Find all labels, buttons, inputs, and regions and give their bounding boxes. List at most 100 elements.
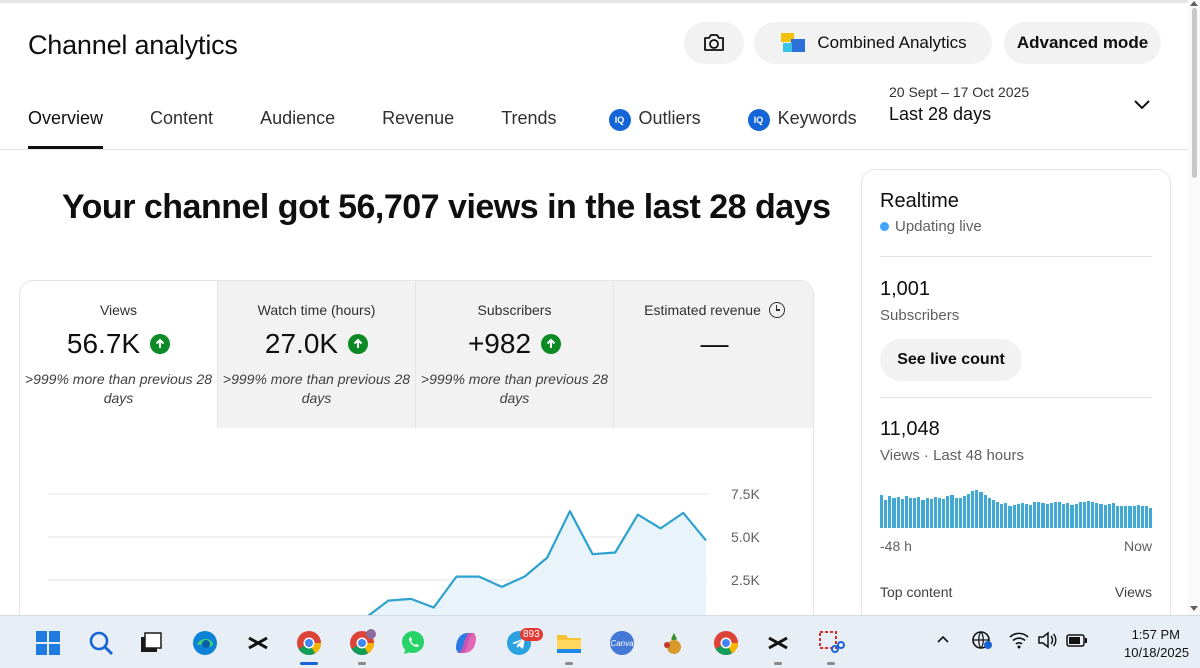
chart-point[interactable] bbox=[545, 556, 549, 560]
tab-outliers[interactable]: IQ Outliers bbox=[608, 108, 701, 149]
realtime-bar[interactable] bbox=[921, 500, 925, 528]
see-live-count-button[interactable]: See live count bbox=[880, 339, 1022, 381]
chrome-icon[interactable] bbox=[294, 628, 324, 658]
realtime-bar[interactable] bbox=[1029, 504, 1033, 528]
realtime-bar[interactable] bbox=[913, 497, 917, 528]
realtime-bar[interactable] bbox=[933, 496, 937, 528]
realtime-bar[interactable] bbox=[1116, 505, 1120, 528]
whatsapp-icon[interactable] bbox=[398, 628, 428, 658]
realtime-bar[interactable] bbox=[1149, 508, 1153, 528]
battery-icon[interactable] bbox=[1066, 634, 1088, 652]
realtime-bar[interactable] bbox=[1145, 505, 1149, 528]
realtime-bar[interactable] bbox=[966, 493, 971, 528]
chart-point[interactable] bbox=[386, 599, 390, 603]
capcut-icon[interactable] bbox=[243, 628, 273, 658]
realtime-bar[interactable] bbox=[975, 490, 979, 528]
realtime-bar[interactable] bbox=[1041, 503, 1045, 528]
realtime-bar[interactable] bbox=[900, 499, 904, 528]
realtime-bar[interactable] bbox=[884, 500, 888, 528]
tab-revenue[interactable]: Revenue bbox=[382, 108, 454, 149]
capcut-icon-2[interactable] bbox=[763, 628, 793, 658]
realtime-bar[interactable] bbox=[1074, 504, 1078, 528]
realtime-bar[interactable] bbox=[1070, 504, 1074, 528]
chart-point[interactable] bbox=[659, 526, 663, 530]
chart-point[interactable] bbox=[704, 538, 708, 542]
chevron-down-icon[interactable] bbox=[1132, 98, 1152, 112]
realtime-bar[interactable] bbox=[1053, 501, 1058, 528]
realtime-bar[interactable] bbox=[971, 491, 975, 528]
realtime-bar[interactable] bbox=[929, 499, 933, 528]
realtime-bar[interactable] bbox=[1062, 504, 1066, 528]
volume-icon[interactable] bbox=[1037, 631, 1057, 653]
page-scrollbar[interactable] bbox=[1188, 0, 1200, 615]
realtime-bar[interactable] bbox=[1124, 505, 1128, 528]
realtime-bar[interactable] bbox=[1012, 504, 1016, 528]
chart-point[interactable] bbox=[500, 585, 504, 589]
tab-overview[interactable]: Overview bbox=[28, 108, 104, 149]
realtime-bar[interactable] bbox=[1020, 503, 1024, 528]
realtime-bar[interactable] bbox=[1103, 504, 1107, 528]
network-status-icon[interactable] bbox=[971, 629, 993, 655]
canva-icon[interactable]: Canva bbox=[607, 628, 637, 658]
chart-point[interactable] bbox=[477, 575, 481, 579]
chrome-icon-2[interactable] bbox=[711, 628, 741, 658]
realtime-bar[interactable] bbox=[1066, 503, 1070, 528]
search-icon[interactable] bbox=[86, 628, 116, 658]
realtime-bar[interactable] bbox=[1037, 501, 1041, 528]
realtime-bar[interactable] bbox=[987, 497, 991, 528]
realtime-bar[interactable] bbox=[892, 497, 896, 528]
realtime-bar[interactable] bbox=[1128, 506, 1132, 528]
chart-point[interactable] bbox=[591, 552, 595, 556]
chart-point[interactable] bbox=[681, 511, 685, 515]
realtime-bar[interactable] bbox=[917, 496, 921, 528]
realtime-bar[interactable] bbox=[1045, 504, 1049, 528]
tab-trends[interactable]: Trends bbox=[501, 108, 556, 149]
realtime-bar-chart[interactable] bbox=[880, 488, 1153, 528]
scroll-up-icon[interactable] bbox=[1190, 1, 1198, 6]
realtime-bar[interactable] bbox=[1095, 503, 1099, 528]
realtime-bar[interactable] bbox=[937, 497, 942, 528]
realtime-bar[interactable] bbox=[1000, 504, 1004, 528]
realtime-bar[interactable] bbox=[1087, 500, 1091, 528]
realtime-bar[interactable] bbox=[888, 496, 892, 528]
realtime-bar[interactable] bbox=[1111, 503, 1116, 528]
chart-point[interactable] bbox=[522, 575, 526, 579]
combined-analytics-button[interactable]: Combined Analytics bbox=[754, 22, 992, 64]
realtime-bar[interactable] bbox=[1132, 505, 1136, 528]
chart-point[interactable] bbox=[613, 550, 617, 554]
realtime-bar[interactable] bbox=[925, 498, 929, 528]
chart-point[interactable] bbox=[409, 597, 413, 601]
realtime-bar[interactable] bbox=[942, 499, 946, 528]
realtime-bar[interactable] bbox=[1140, 506, 1144, 528]
file-explorer-icon[interactable] bbox=[554, 628, 584, 658]
realtime-bar[interactable] bbox=[958, 497, 962, 528]
game-icon[interactable] bbox=[659, 628, 689, 658]
realtime-bar[interactable] bbox=[950, 495, 954, 528]
realtime-bar[interactable] bbox=[946, 496, 950, 528]
realtime-bar[interactable] bbox=[1082, 501, 1087, 528]
realtime-bar[interactable] bbox=[1058, 502, 1062, 528]
realtime-bar[interactable] bbox=[979, 492, 983, 528]
realtime-bar[interactable] bbox=[1004, 503, 1008, 528]
realtime-bar[interactable] bbox=[1136, 504, 1140, 528]
realtime-bar[interactable] bbox=[880, 495, 884, 528]
chart-point[interactable] bbox=[568, 509, 572, 513]
edge-icon[interactable] bbox=[190, 628, 220, 658]
task-view-icon[interactable] bbox=[136, 628, 166, 658]
copilot-icon[interactable] bbox=[451, 628, 481, 658]
chart-point[interactable] bbox=[636, 513, 640, 517]
chart-point[interactable] bbox=[432, 606, 436, 610]
realtime-bar[interactable] bbox=[991, 500, 995, 528]
realtime-bar[interactable] bbox=[908, 498, 913, 528]
show-hidden-icons-chevron-icon[interactable] bbox=[935, 631, 951, 651]
chart-point[interactable] bbox=[454, 575, 458, 579]
realtime-bar[interactable] bbox=[1016, 504, 1020, 528]
snipping-tool-icon[interactable] bbox=[816, 628, 846, 658]
tab-keywords[interactable]: IQ Keywords bbox=[747, 108, 857, 149]
chrome-profile-icon[interactable] bbox=[347, 628, 377, 658]
wifi-icon[interactable] bbox=[1009, 631, 1029, 653]
realtime-bar[interactable] bbox=[1024, 504, 1029, 528]
realtime-bar[interactable] bbox=[1120, 506, 1124, 528]
realtime-bar[interactable] bbox=[896, 496, 900, 528]
tab-content[interactable]: Content bbox=[150, 108, 213, 149]
